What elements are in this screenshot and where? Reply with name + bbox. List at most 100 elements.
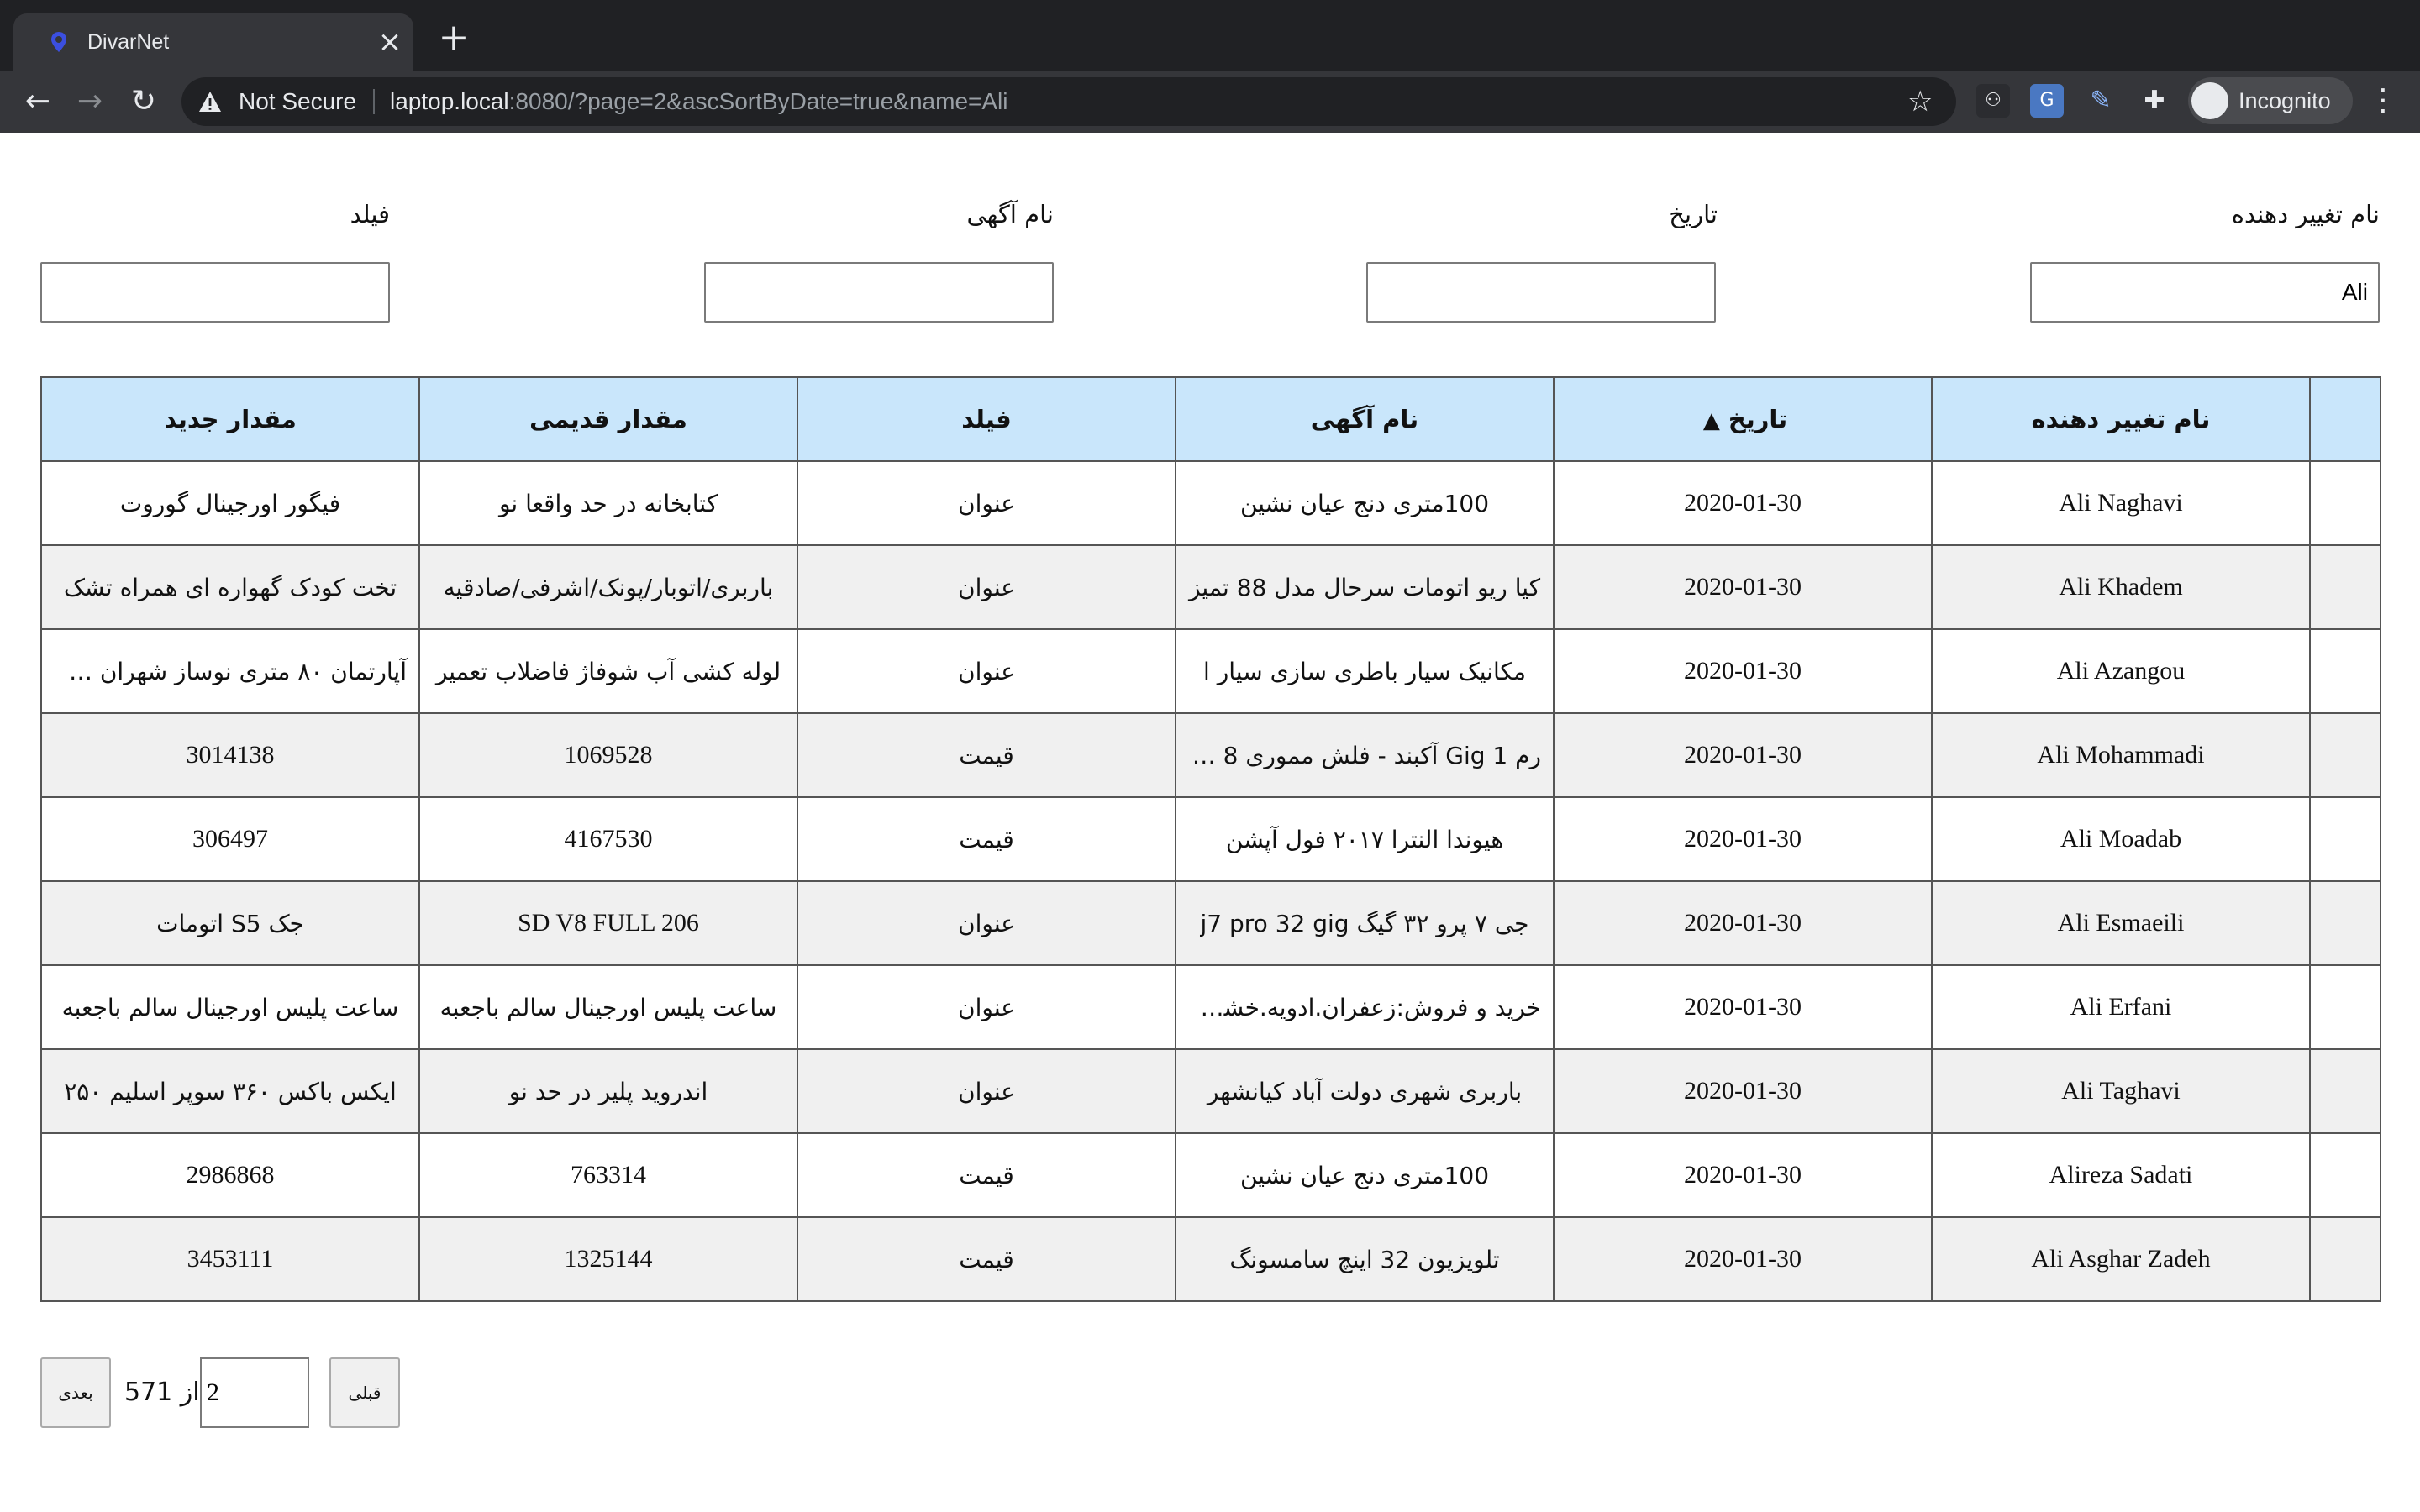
table-row[interactable]: 306497 4167530 قیمت هیوندا النترا ۲۰۱۷ فول … — [40, 796, 2381, 882]
cell-field: عنوان — [797, 628, 1176, 714]
cell-ad-name: مکانیک سیار باطری سازی سیار ا — [1175, 628, 1555, 714]
cell-changer-name: Alireza Sadati — [1931, 1132, 2311, 1218]
reload-icon[interactable]: ↻ — [124, 82, 163, 121]
tab-strip: DivarNet × + — [0, 0, 2420, 71]
cell-blank — [2309, 1048, 2381, 1134]
table-row[interactable]: 2986868 763314 قیمت 100متری دنج عیان نشین 20… — [40, 1132, 2381, 1218]
cell-blank — [2309, 460, 2381, 546]
cell-new-value: ساعت پلیس اورجینال سالم باجعبه — [40, 964, 420, 1050]
cell-changer-name: Ali Mohammadi — [1931, 712, 2311, 798]
column-header-old[interactable]: مقدار قدیمی — [418, 376, 798, 462]
cell-ad-name: تلویزیون 32 اینچ سامسونگ — [1175, 1216, 1555, 1302]
column-header-date[interactable]: تاریخ ▲ — [1553, 376, 1933, 462]
filter-date-input[interactable] — [1366, 262, 1716, 323]
cell-field: عنوان — [797, 880, 1176, 966]
cell-new-value: 3453111 — [40, 1216, 420, 1302]
cell-field: عنوان — [797, 544, 1176, 630]
cell-date: 2020-01-30 — [1553, 880, 1933, 966]
url-path: :8080/?page=2&ascSortByDate=true&name=Al… — [508, 88, 1008, 114]
cell-new-value: ایکس باکس ۳۶۰ سوپر اسلیم ۲۵۰ — [40, 1048, 420, 1134]
table-row[interactable]: ساعت پلیس اورجینال سالم باجعبه ساعت پلیس … — [40, 964, 2381, 1050]
table-row[interactable]: ایکس باکس ۳۶۰ سوپر اسلیم ۲۵۰ اندروید پلیر… — [40, 1048, 2381, 1134]
extension-account-icon[interactable]: ⚇ — [1976, 84, 2010, 118]
cell-date: 2020-01-30 — [1553, 460, 1933, 546]
cell-changer-name: Ali Asghar Zadeh — [1931, 1216, 2311, 1302]
column-header-new[interactable]: مقدار جدید — [40, 376, 420, 462]
cell-ad-name: باربری شهری دولت آباد کیانشهر — [1175, 1048, 1555, 1134]
filter-ad-label: نام آگهی — [966, 200, 1054, 228]
cell-blank — [2309, 712, 2381, 798]
cell-changer-name: Ali Moadab — [1931, 796, 2311, 882]
browser-menu-icon[interactable]: ⋮ — [2368, 82, 2398, 119]
filter-ad-input[interactable] — [704, 262, 1054, 323]
cell-new-value: آپارتمان ۸۰ متری نوساز شهران شمالی — [40, 628, 420, 714]
cell-old-value: 763314 — [418, 1132, 798, 1218]
forward-arrow-icon[interactable]: → — [71, 82, 109, 121]
cell-ad-name: جی ۷ پرو ۳۲ گیگ j7 pro 32 gig — [1175, 880, 1555, 966]
filter-field-input[interactable] — [40, 262, 390, 323]
cell-new-value: فیگور اورجینال گوروت — [40, 460, 420, 546]
table-row[interactable]: آپارتمان ۸۰ متری نوساز شهران شمالی لوله ک… — [40, 628, 2381, 714]
filter-name-input[interactable] — [2030, 262, 2380, 323]
cell-new-value: تخت کودک گهواره ای همراه تشک — [40, 544, 420, 630]
filter-date-label: تاریخ — [1669, 200, 1718, 228]
cell-ad-name: کیا ریو اتومات سرحال مدل 88 تمیز — [1175, 544, 1555, 630]
puzzle-extensions-icon[interactable]: ✚ — [2138, 84, 2171, 118]
column-header-name[interactable]: نام تغییر دهنده — [1931, 376, 2311, 462]
cell-ad-name: هیوندا النترا ۲۰۱۷ فول آپشن — [1175, 796, 1555, 882]
browser-tab[interactable]: DivarNet × — [13, 13, 413, 71]
translate-icon[interactable]: G — [2030, 84, 2064, 118]
bookmark-star-icon[interactable]: ☆ — [1907, 87, 1936, 116]
cell-blank — [2309, 1216, 2381, 1302]
column-header-blank — [2309, 376, 2381, 462]
column-header-field[interactable]: فیلد — [797, 376, 1176, 462]
incognito-icon — [2191, 82, 2228, 119]
cell-date: 2020-01-30 — [1553, 1048, 1933, 1134]
table-row[interactable]: جک S5 اتومات SD V8 FULL 206 عنوان جی ۷ پرو … — [40, 880, 2381, 966]
security-label[interactable]: Not Secure — [239, 77, 356, 126]
table-row[interactable]: فیگور اورجینال گوروت کتابخانه در حد واقعا… — [40, 460, 2381, 546]
incognito-indicator[interactable]: Incognito — [2188, 77, 2353, 124]
cell-changer-name: Ali Esmaeili — [1931, 880, 2311, 966]
table-row[interactable]: 3453111 1325144 قیمت تلویزیون 32 اینچ سامسو… — [40, 1216, 2381, 1302]
cell-date: 2020-01-30 — [1553, 628, 1933, 714]
table-row[interactable]: 3014138 1069528 قیمت رم 1 Gig آکبند - فلش م… — [40, 712, 2381, 798]
previous-page-button[interactable]: قبلی — [329, 1357, 400, 1428]
new-tab-icon[interactable]: + — [437, 19, 471, 56]
cell-field: عنوان — [797, 460, 1176, 546]
address-bar[interactable]: Not Secure laptop.local:8080/?page=2&asc… — [182, 77, 1956, 126]
cell-date: 2020-01-30 — [1553, 1216, 1933, 1302]
cell-old-value: لوله کشی آب شوفاژ فاضلاب تعمیر — [418, 628, 798, 714]
table-row[interactable]: تخت کودک گهواره ای همراه تشک باربری/اتوبا… — [40, 544, 2381, 630]
cell-ad-name: 100متری دنج عیان نشین — [1175, 460, 1555, 546]
column-header-ad[interactable]: نام آگهی — [1175, 376, 1555, 462]
cell-changer-name: Ali Khadem — [1931, 544, 2311, 630]
location-pin-icon — [51, 32, 66, 52]
close-tab-icon[interactable]: × — [376, 28, 403, 56]
page-number-input[interactable] — [200, 1357, 309, 1428]
cell-old-value: SD V8 FULL 206 — [418, 880, 798, 966]
cell-blank — [2309, 1132, 2381, 1218]
pen-icon[interactable]: ✎ — [2084, 84, 2118, 118]
cell-field: قیمت — [797, 1132, 1176, 1218]
cell-field: قیمت — [797, 1216, 1176, 1302]
incognito-label: Incognito — [2238, 88, 2331, 113]
cell-blank — [2309, 544, 2381, 630]
url-separator — [373, 89, 375, 114]
warning-icon — [199, 92, 221, 112]
next-page-button[interactable]: بعدی — [40, 1357, 111, 1428]
cell-field: عنوان — [797, 964, 1176, 1050]
cell-changer-name: Ali Erfani — [1931, 964, 2311, 1050]
cell-old-value: 1325144 — [418, 1216, 798, 1302]
column-header-date-label: تاریخ — [1728, 405, 1788, 433]
back-arrow-icon[interactable]: ← — [18, 82, 57, 121]
table-header-row: مقدار جدید مقدار قدیمی فیلد نام آگهی تار… — [40, 376, 2381, 462]
cell-date: 2020-01-30 — [1553, 712, 1933, 798]
cell-old-value: ساعت پلیس اورجینال سالم باجعبه — [418, 964, 798, 1050]
page-total: از 571 — [124, 1378, 200, 1407]
cell-changer-name: Ali Naghavi — [1931, 460, 2311, 546]
cell-old-value: باربری/اتوبار/پونک/اشرفی/صادقیه — [418, 544, 798, 630]
cell-date: 2020-01-30 — [1553, 1132, 1933, 1218]
url-text[interactable]: laptop.local:8080/?page=2&ascSortByDate=… — [390, 77, 1008, 126]
cell-old-value: 4167530 — [418, 796, 798, 882]
